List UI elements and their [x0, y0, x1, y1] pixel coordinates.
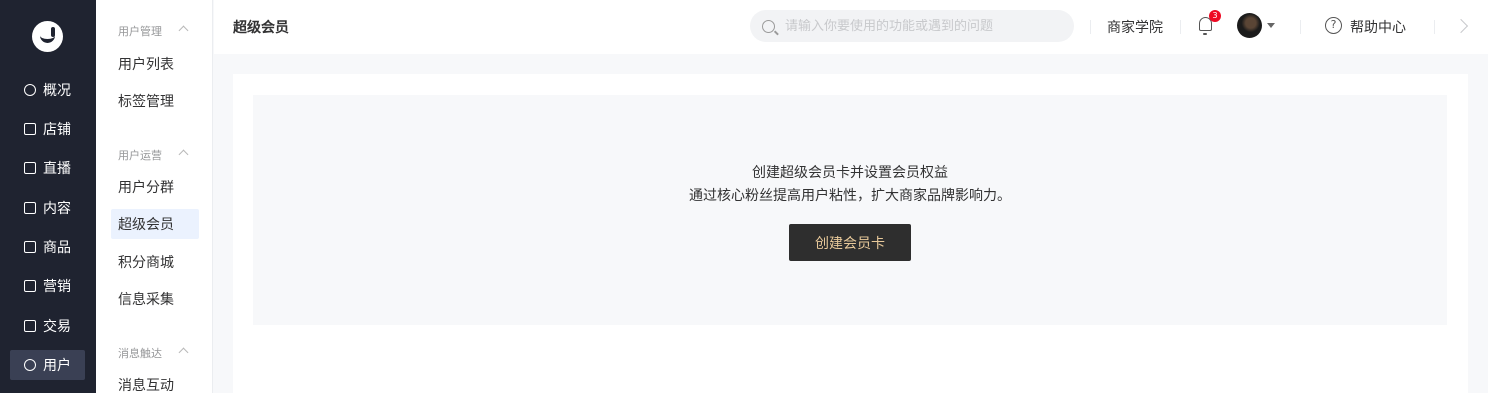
sidebar-item-label: 信息采集 [118, 292, 174, 308]
secondary-sidebar: 用户管理 用户列表 标签管理 用户运营 用户分群 超级会员 积分商城 信息采集 … [96, 0, 213, 393]
help-center-link[interactable]: 帮助中心 [1350, 17, 1406, 37]
search-icon [762, 19, 775, 33]
live-icon [24, 162, 36, 174]
sidebar-item-tag-management[interactable]: 标签管理 [111, 86, 199, 116]
document-icon [24, 202, 36, 214]
empty-state-title: 创建超级会员卡并设置会员权益 [752, 165, 948, 181]
nav-item-transactions[interactable]: 交易 [10, 311, 85, 341]
empty-state-panel: 创建超级会员卡并设置会员权益 通过核心粉丝提高用户粘性，扩大商家品牌影响力。 创… [253, 95, 1447, 325]
pie-chart-icon [24, 84, 36, 96]
page-title: 超级会员 [233, 20, 289, 36]
header-divider [1180, 20, 1181, 34]
group-title-user-management[interactable]: 用户管理 [118, 23, 189, 39]
header-divider [1434, 20, 1435, 34]
user-icon [24, 359, 36, 371]
sidebar-item-label: 积分商城 [118, 255, 174, 271]
nav-item-label: 用户 [43, 358, 71, 374]
notification-badge: 3 [1209, 10, 1221, 22]
sidebar-item-message-interaction[interactable]: 消息互动 [111, 370, 199, 393]
create-member-card-button[interactable]: 创建会员卡 [789, 224, 911, 261]
chevron-right-icon[interactable] [1453, 18, 1469, 34]
nav-item-store[interactable]: 店铺 [10, 114, 85, 144]
group-title-label: 用户管理 [118, 25, 162, 38]
header-divider [1090, 20, 1091, 34]
caret-down-icon[interactable] [1267, 23, 1275, 28]
nav-item-label: 店铺 [43, 122, 71, 138]
sidebar-item-user-list[interactable]: 用户列表 [111, 49, 199, 79]
group-title-label: 用户运营 [118, 149, 162, 162]
primary-sidebar: 概况 店铺 直播 内容 商品 营销 交易 用户 [0, 0, 96, 393]
nav-item-overview[interactable]: 概况 [10, 75, 85, 105]
sidebar-item-label: 用户列表 [118, 57, 174, 73]
group-title-label: 消息触达 [118, 347, 162, 360]
sidebar-item-label: 用户分群 [118, 180, 174, 196]
nav-item-products[interactable]: 商品 [10, 232, 85, 262]
nav-item-live[interactable]: 直播 [10, 153, 85, 183]
logo-icon[interactable] [32, 21, 63, 52]
group-title-user-operations[interactable]: 用户运营 [118, 147, 189, 163]
chevron-up-icon [178, 149, 189, 160]
help-circle-icon[interactable]: ? [1325, 17, 1342, 34]
top-header: 超级会员 商家学院 3 ? 帮助中心 [214, 0, 1488, 54]
chevron-up-icon [178, 25, 189, 36]
nav-item-label: 内容 [43, 201, 71, 217]
sidebar-item-info-collection[interactable]: 信息采集 [111, 284, 199, 314]
product-icon [24, 241, 36, 253]
nav-item-marketing[interactable]: 营销 [10, 271, 85, 301]
nav-item-label: 概况 [43, 83, 71, 99]
nav-item-users[interactable]: 用户 [10, 350, 85, 380]
sidebar-item-super-member[interactable]: 超级会员 [111, 209, 199, 239]
store-icon [24, 123, 36, 135]
nav-item-label: 商品 [43, 240, 71, 256]
sidebar-item-label: 超级会员 [118, 217, 174, 233]
main-content: 创建超级会员卡并设置会员权益 通过核心粉丝提高用户粘性，扩大商家品牌影响力。 创… [233, 74, 1468, 393]
megaphone-icon [24, 280, 36, 292]
academy-link[interactable]: 商家学院 [1107, 17, 1163, 37]
group-title-message-reach[interactable]: 消息触达 [118, 345, 189, 361]
nav-item-label: 营销 [43, 279, 71, 295]
empty-state-description: 通过核心粉丝提高用户粘性，扩大商家品牌影响力。 [689, 188, 1011, 204]
avatar[interactable] [1237, 13, 1262, 38]
chevron-up-icon [178, 347, 189, 358]
sidebar-item-points-mall[interactable]: 积分商城 [111, 247, 199, 277]
search-input[interactable] [785, 18, 1055, 34]
search-bar[interactable] [750, 10, 1074, 42]
header-divider [1300, 20, 1301, 34]
sidebar-item-label: 消息互动 [118, 378, 174, 393]
sidebar-item-user-segments[interactable]: 用户分群 [111, 172, 199, 202]
nav-item-label: 交易 [43, 319, 71, 335]
sidebar-item-label: 标签管理 [118, 94, 174, 110]
transaction-icon [24, 320, 36, 332]
nav-item-content[interactable]: 内容 [10, 193, 85, 223]
nav-item-label: 直播 [43, 161, 71, 177]
